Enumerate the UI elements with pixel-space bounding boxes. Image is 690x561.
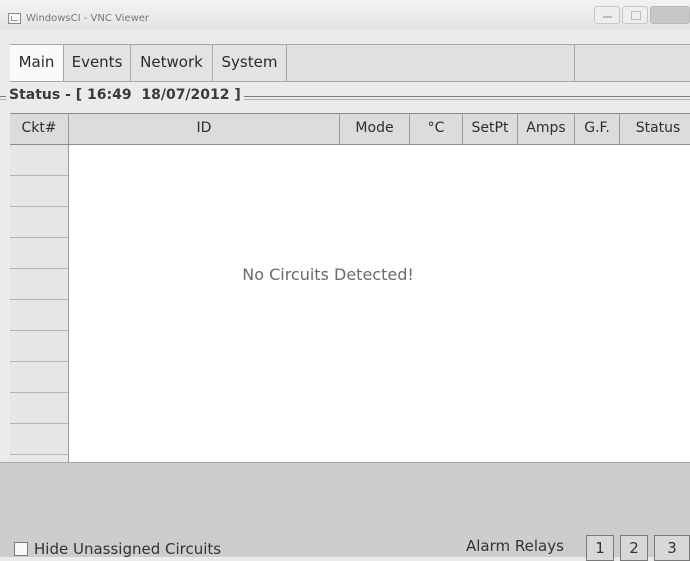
column-header-amps[interactable]: Amps — [518, 114, 575, 144]
app-icon — [8, 13, 21, 24]
row-header[interactable] — [10, 424, 68, 455]
row-header[interactable] — [10, 145, 68, 176]
column-header-mode[interactable]: Mode — [340, 114, 410, 144]
row-header[interactable] — [10, 393, 68, 424]
status-label: Status - [ 16:49 18/07/2012 ] — [6, 87, 244, 103]
hide-unassigned-checkbox[interactable] — [14, 542, 28, 556]
circuit-table: Ckt# ID Mode °C SetPt Amps G.F. Status N… — [10, 113, 690, 462]
row-header-column — [10, 145, 69, 462]
row-header[interactable] — [10, 269, 68, 300]
alarm-relay-3-button[interactable]: 3 — [654, 535, 690, 561]
column-header-setpt[interactable]: SetPt — [463, 114, 518, 144]
row-header[interactable] — [10, 207, 68, 238]
status-group: Status - [ 16:49 18/07/2012 ] — [0, 87, 690, 107]
footer-panel: Hide Unassigned Circuits Alarm Relays 1 … — [0, 462, 690, 561]
tab-events[interactable]: Events — [64, 45, 131, 81]
tab-bar-divider — [574, 45, 575, 81]
alarm-relay-2-button[interactable]: 2 — [620, 535, 648, 561]
column-header-temp[interactable]: °C — [410, 114, 463, 144]
alarm-relays-label: Alarm Relays — [466, 537, 564, 555]
minimize-button[interactable] — [594, 6, 620, 24]
tab-bar: Main Events Network System — [10, 44, 690, 82]
maximize-button[interactable] — [622, 6, 648, 24]
tab-system[interactable]: System — [213, 45, 287, 81]
tab-main[interactable]: Main — [10, 45, 64, 81]
row-header[interactable] — [10, 300, 68, 331]
window-titlebar: WindowsCI - VNC Viewer — [0, 0, 690, 30]
row-header[interactable] — [10, 176, 68, 207]
empty-table-message: No Circuits Detected! — [242, 265, 414, 284]
column-header-gf[interactable]: G.F. — [575, 114, 620, 144]
column-header-id[interactable]: ID — [69, 114, 340, 144]
hide-unassigned-label[interactable]: Hide Unassigned Circuits — [34, 540, 221, 558]
row-header[interactable] — [10, 238, 68, 269]
alarm-relay-1-button[interactable]: 1 — [586, 535, 614, 561]
close-button[interactable] — [650, 6, 690, 24]
table-header: Ckt# ID Mode °C SetPt Amps G.F. Status — [10, 114, 690, 145]
window-title: WindowsCI - VNC Viewer — [26, 13, 150, 24]
column-header-ckt[interactable]: Ckt# — [10, 114, 69, 144]
tab-network[interactable]: Network — [131, 45, 213, 81]
row-header[interactable] — [10, 331, 68, 362]
row-header[interactable] — [10, 362, 68, 393]
column-header-status[interactable]: Status — [620, 114, 690, 144]
